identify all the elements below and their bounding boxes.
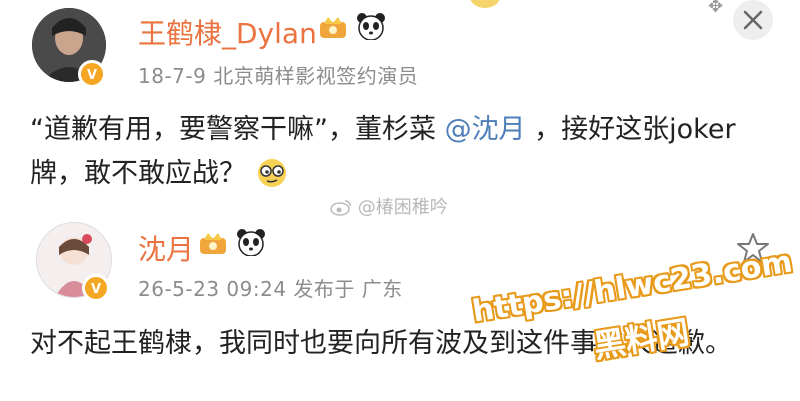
username[interactable]: 沈月 [138, 228, 194, 268]
mention-link[interactable]: @沈月 [445, 114, 526, 145]
crown-badge-icon [200, 233, 226, 254]
post-content: “道歉有用，要警察干嘛”，董杉菜 @沈月 ，接好这张joker牌，敢不敢应战？ [30, 108, 770, 196]
weibo-logo-icon [330, 200, 351, 216]
crown-badge-icon [320, 17, 346, 38]
weibo-post-original: V 王鹤棣_Dylan 18-7-9 北京萌样影视签约演员 “道歉有用，要警察干… [0, 0, 800, 225]
svg-text:V: V [91, 282, 101, 297]
close-button[interactable] [733, 0, 773, 40]
watermark: @椿困稚吟 [330, 193, 448, 219]
watermark-text: @椿困稚吟 [357, 197, 448, 218]
verified-icon: V [82, 274, 110, 302]
verified-icon: V [78, 60, 106, 88]
svg-text:V: V [87, 68, 97, 83]
post-text: “道歉有用，要警察干嘛”，董杉菜 [30, 114, 445, 145]
smirk-face-icon [257, 159, 286, 187]
username[interactable]: 王鹤棣_Dylan [138, 12, 317, 52]
panda-icon [357, 13, 385, 40]
post-meta: 26-5-23 09:24 发布于 广东 [138, 277, 403, 301]
post-meta: 18-7-9 北京萌样影视签约演员 [138, 64, 419, 88]
panda-icon [237, 229, 265, 256]
close-icon [743, 10, 763, 30]
